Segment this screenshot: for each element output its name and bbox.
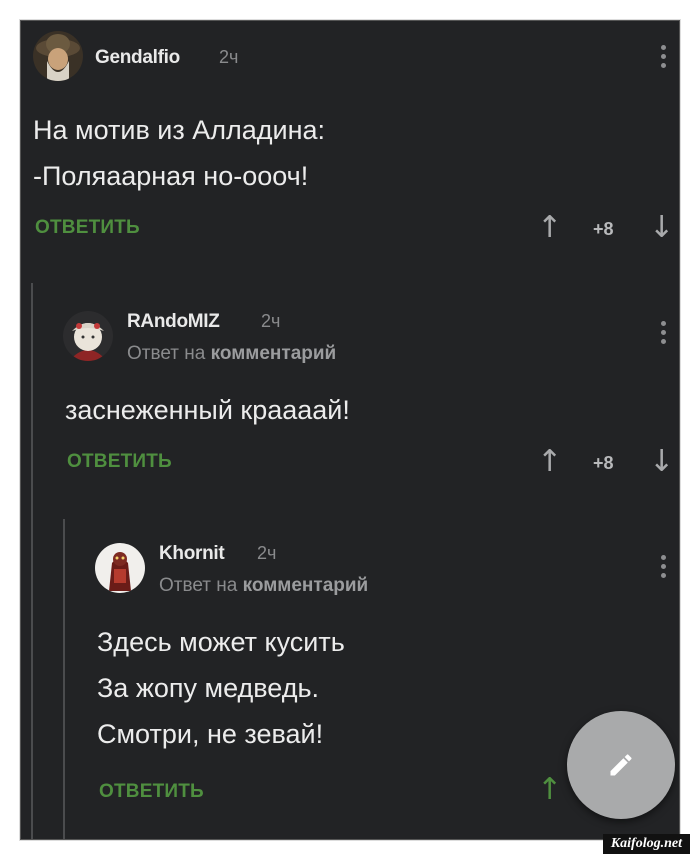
reply-prefix: Ответ на	[127, 343, 206, 364]
pencil-icon	[610, 754, 632, 776]
avatar[interactable]	[33, 31, 83, 81]
comment-line: За жопу медведь.	[97, 673, 320, 703]
timestamp: 2ч	[261, 311, 281, 331]
avatar[interactable]	[95, 543, 145, 593]
reply-context: Ответ на комментарий	[159, 575, 368, 597]
thread-line	[63, 519, 65, 839]
reply-button[interactable]: ОТВЕТИТЬ	[67, 451, 172, 473]
reply-target-link[interactable]: комментарий	[243, 575, 369, 596]
thread-line	[31, 283, 33, 839]
avatar[interactable]	[63, 311, 113, 361]
more-vertical-icon[interactable]	[661, 555, 667, 581]
comment-text: Здесь может кусить За жопу медведь. Смот…	[97, 619, 345, 757]
timestamp: 2ч	[257, 543, 277, 563]
score: +8	[593, 219, 614, 239]
arrow-down-icon[interactable]: ↓	[649, 447, 674, 477]
arrow-up-icon[interactable]: ↑	[537, 213, 562, 243]
comment-line: На мотив из Алладина:	[33, 115, 326, 145]
reply-target-link[interactable]: комментарий	[211, 343, 337, 364]
arrow-down-icon[interactable]: ↓	[649, 213, 674, 243]
comment-line: заснеженный краааай!	[65, 395, 350, 425]
comment-line: Здесь может кусить	[97, 627, 345, 657]
write-comment-button[interactable]	[567, 711, 675, 819]
timestamp: 2ч	[219, 47, 239, 67]
reply-button[interactable]: ОТВЕТИТЬ	[99, 781, 204, 803]
reply-button[interactable]: ОТВЕТИТЬ	[35, 217, 140, 239]
reply-prefix: Ответ на	[159, 575, 238, 596]
score: +8	[593, 453, 614, 473]
comment-text: На мотив из Алладина: -Поляаарная но-ооо…	[33, 107, 325, 199]
username[interactable]: RAndoMIZ	[127, 311, 220, 333]
more-vertical-icon[interactable]	[661, 321, 667, 347]
arrow-up-icon[interactable]: ↑	[537, 775, 562, 805]
username[interactable]: Gendalfio	[95, 47, 180, 69]
reply-context: Ответ на комментарий	[127, 343, 336, 365]
comments-screen: Gendalfio 2ч На мотив из Алладина: -Поля…	[20, 20, 680, 840]
comment-line: Смотри, не зевай!	[97, 719, 324, 749]
username[interactable]: Khornit	[159, 543, 225, 565]
comment-text: заснеженный краааай!	[65, 387, 350, 433]
watermark: Kaifolog.net	[602, 834, 690, 854]
more-vertical-icon[interactable]	[661, 45, 667, 71]
comment-line: -Поляаарная но-оооч!	[33, 161, 309, 191]
arrow-up-icon[interactable]: ↑	[537, 447, 562, 477]
